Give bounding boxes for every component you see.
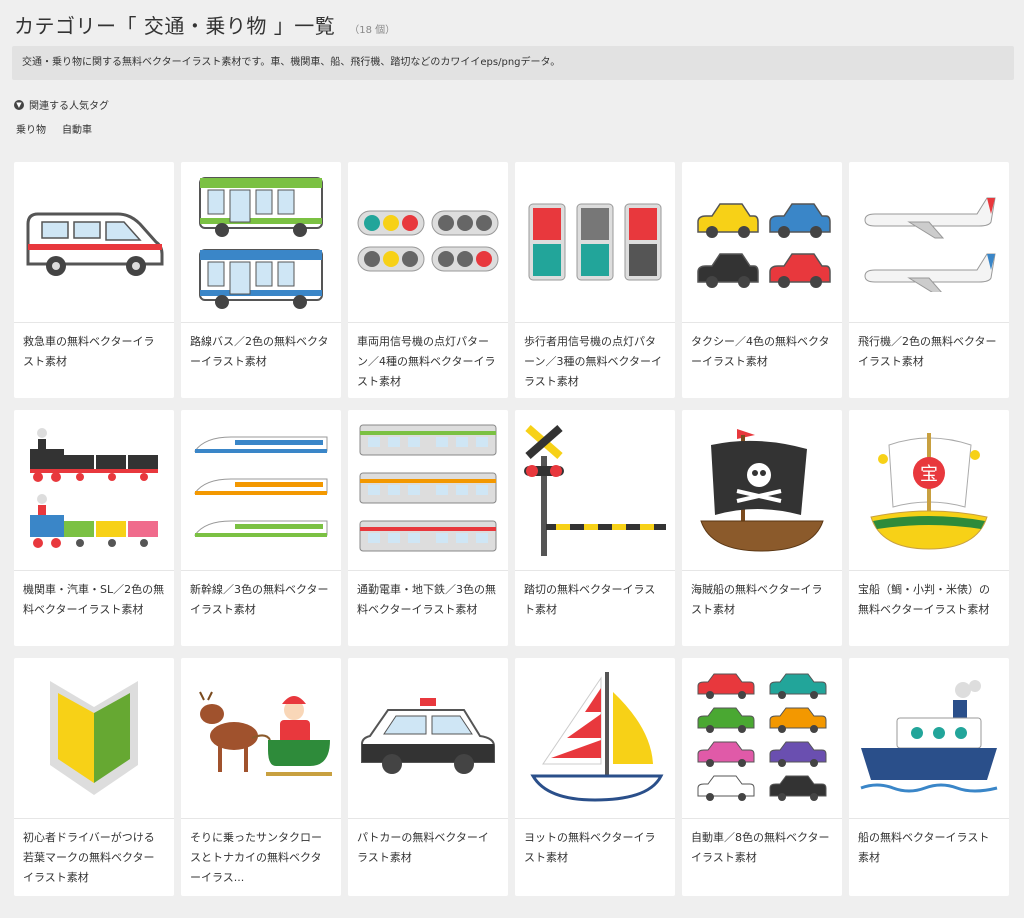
santa-sleigh-icon[interactable]: [181, 658, 341, 818]
card-title-link[interactable]: 自動車／8色の無料ベクターイラスト素材: [691, 828, 833, 868]
illustration-card[interactable]: 通勤電車・地下鉄／3色の無料ベクターイラスト素材: [348, 410, 508, 646]
commuter-train-icon[interactable]: [348, 410, 508, 570]
illustration-card[interactable]: 飛行機／2色の無料ベクターイラスト素材: [849, 162, 1009, 398]
illustration-card[interactable]: 自動車／8色の無料ベクターイラスト素材: [682, 658, 842, 896]
treasure-ship-icon[interactable]: 宝: [849, 410, 1009, 570]
police-car-icon[interactable]: [348, 658, 508, 818]
illustration-card[interactable]: 路線バス／2色の無料ベクターイラスト素材: [181, 162, 341, 398]
card-title-link[interactable]: 飛行機／2色の無料ベクターイラスト素材: [858, 332, 1000, 372]
illustration-card[interactable]: 海賊船の無料ベクターイラスト素材: [682, 410, 842, 646]
railroad-crossing-icon[interactable]: [515, 410, 675, 570]
related-tags: 乗り物 自動車: [16, 121, 92, 136]
card-divider: [849, 818, 1009, 819]
card-divider: [849, 322, 1009, 323]
related-tags-heading: ▼ 関連する人気タグ: [14, 97, 109, 112]
pedestrian-signal-icon[interactable]: [515, 162, 675, 322]
card-title-link[interactable]: 救急車の無料ベクターイラスト素材: [23, 332, 165, 372]
airplane-icon[interactable]: [849, 162, 1009, 322]
traffic-light-icon[interactable]: [348, 162, 508, 322]
card-title-link[interactable]: 車両用信号機の点灯パターン／4種の無料ベクターイラスト素材: [357, 332, 499, 392]
page-title: カテゴリー「 交通・乗り物 」一覧: [14, 14, 336, 38]
ship-icon[interactable]: [849, 658, 1009, 818]
card-title-link[interactable]: 船の無料ベクターイラスト素材: [858, 828, 1000, 868]
card-title-link[interactable]: 歩行者用信号機の点灯パターン／3種の無料ベクターイラスト素材: [524, 332, 666, 392]
illustration-card[interactable]: 踏切の無料ベクターイラスト素材: [515, 410, 675, 646]
treasure-mark: 宝: [920, 464, 938, 485]
card-divider: [348, 818, 508, 819]
illustration-card[interactable]: 宝宝船（鯛・小判・米俵）の無料ベクターイラスト素材: [849, 410, 1009, 646]
card-divider: [14, 570, 174, 571]
card-divider: [849, 570, 1009, 571]
item-count: （18 個）: [349, 25, 396, 36]
card-title-link[interactable]: 新幹線／3色の無料ベクターイラスト素材: [190, 580, 332, 620]
card-title-link[interactable]: 初心者ドライバーがつける若葉マークの無料ベクターイラスト素材: [23, 828, 165, 888]
card-title-link[interactable]: タクシー／4色の無料ベクターイラスト素材: [691, 332, 833, 372]
page-header: カテゴリー「 交通・乗り物 」一覧 （18 個）: [14, 10, 395, 39]
tag-link[interactable]: 乗り物: [16, 121, 46, 136]
category-description: 交通・乗り物に関する無料ベクターイラスト素材です。車、機関車、船、飛行機、踏切な…: [12, 46, 1014, 80]
illustration-card[interactable]: そりに乗ったサンタクロースとトナカイの無料ベクターイラス...: [181, 658, 341, 896]
card-divider: [682, 818, 842, 819]
card-title-link[interactable]: 宝船（鯛・小判・米俵）の無料ベクターイラスト素材: [858, 580, 1000, 620]
taxi-icon[interactable]: [682, 162, 842, 322]
card-divider: [14, 322, 174, 323]
card-divider: [348, 322, 508, 323]
pirate-ship-icon[interactable]: [682, 410, 842, 570]
sailboat-icon[interactable]: [515, 658, 675, 818]
card-divider: [181, 570, 341, 571]
card-title-link[interactable]: そりに乗ったサンタクロースとトナカイの無料ベクターイラス...: [190, 828, 332, 888]
illustration-card[interactable]: 歩行者用信号機の点灯パターン／3種の無料ベクターイラスト素材: [515, 162, 675, 398]
illustration-card[interactable]: ヨットの無料ベクターイラスト素材: [515, 658, 675, 896]
related-tags-label: 関連する人気タグ: [29, 101, 109, 112]
chevron-down-icon: ▼: [14, 99, 24, 110]
bus-icon[interactable]: [181, 162, 341, 322]
card-divider: [181, 322, 341, 323]
card-divider: [14, 818, 174, 819]
steam-locomotive-icon[interactable]: [14, 410, 174, 570]
illustration-card[interactable]: 機関車・汽車・SL／2色の無料ベクターイラスト素材: [14, 410, 174, 646]
illustration-card[interactable]: 船の無料ベクターイラスト素材: [849, 658, 1009, 896]
illustration-card[interactable]: タクシー／4色の無料ベクターイラスト素材: [682, 162, 842, 398]
illustration-card[interactable]: 新幹線／3色の無料ベクターイラスト素材: [181, 410, 341, 646]
illustration-card[interactable]: パトカーの無料ベクターイラスト素材: [348, 658, 508, 896]
card-title-link[interactable]: 機関車・汽車・SL／2色の無料ベクターイラスト素材: [23, 580, 165, 620]
card-title-link[interactable]: 踏切の無料ベクターイラスト素材: [524, 580, 666, 620]
card-divider: [515, 818, 675, 819]
card-title-link[interactable]: 通勤電車・地下鉄／3色の無料ベクターイラスト素材: [357, 580, 499, 620]
card-title-link[interactable]: ヨットの無料ベクターイラスト素材: [524, 828, 666, 868]
card-divider: [181, 818, 341, 819]
card-title-link[interactable]: 路線バス／2色の無料ベクターイラスト素材: [190, 332, 332, 372]
card-divider: [515, 570, 675, 571]
card-divider: [515, 322, 675, 323]
car-icon[interactable]: [682, 658, 842, 818]
ambulance-icon[interactable]: [14, 162, 174, 322]
shinkansen-icon[interactable]: [181, 410, 341, 570]
card-title-link[interactable]: パトカーの無料ベクターイラスト素材: [357, 828, 499, 868]
card-divider: [682, 570, 842, 571]
beginner-mark-icon[interactable]: [14, 658, 174, 818]
illustration-card[interactable]: 初心者ドライバーがつける若葉マークの無料ベクターイラスト素材: [14, 658, 174, 896]
card-divider: [682, 322, 842, 323]
card-title-link[interactable]: 海賊船の無料ベクターイラスト素材: [691, 580, 833, 620]
tag-link[interactable]: 自動車: [62, 121, 92, 136]
illustration-card[interactable]: 車両用信号機の点灯パターン／4種の無料ベクターイラスト素材: [348, 162, 508, 398]
card-divider: [348, 570, 508, 571]
illustration-card[interactable]: 救急車の無料ベクターイラスト素材: [14, 162, 174, 398]
